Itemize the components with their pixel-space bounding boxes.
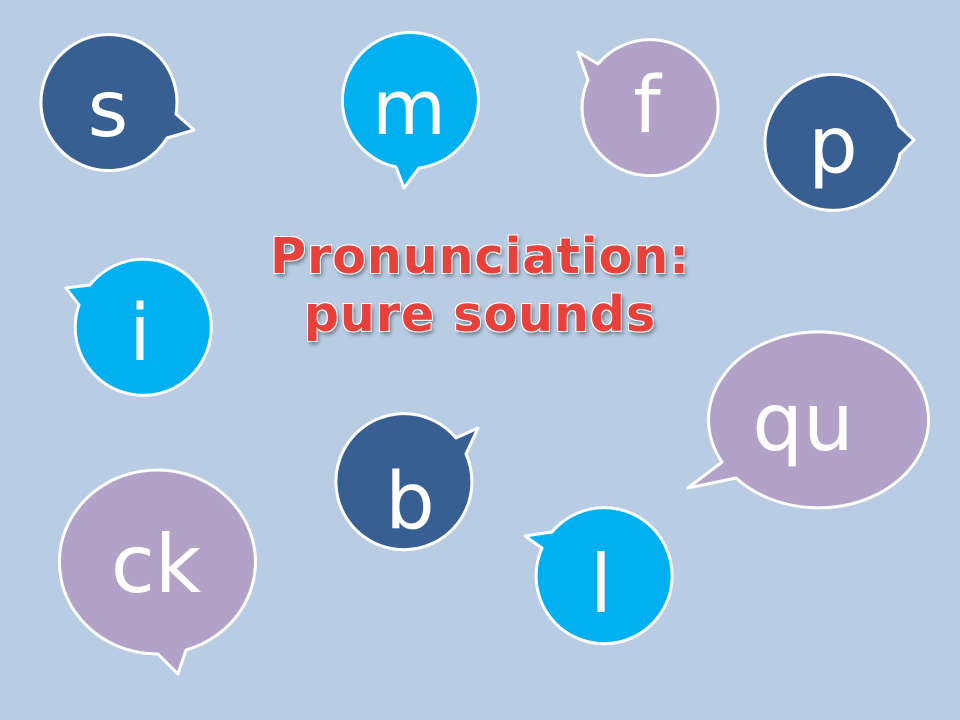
speech-bubble-l-label: l <box>590 538 612 631</box>
speech-bubble-b: b <box>334 412 480 552</box>
slide-title-line-2: pure sounds <box>303 286 657 343</box>
speech-bubble-qu: qu <box>686 330 931 510</box>
speech-bubble-f-label: f <box>633 61 662 151</box>
speech-bubble-f: f <box>576 38 720 178</box>
speech-bubble-l: l <box>523 506 674 646</box>
speech-bubble-p: p <box>763 72 916 212</box>
speech-bubble-ck-label: ck <box>111 518 202 611</box>
speech-bubble-m-label: m <box>372 63 446 152</box>
speech-bubble-ck: ck <box>57 468 257 676</box>
speech-bubble-m: m <box>340 31 480 190</box>
speech-bubble-b-label: b <box>385 457 435 547</box>
slide: s m f p i qu b ck l Pronunciation: pure … <box>0 0 960 720</box>
speech-bubble-p-label: p <box>808 101 858 191</box>
speech-bubble-i-label: i <box>129 289 151 379</box>
speech-bubble-qu-label: qu <box>752 376 853 469</box>
speech-bubbles: s m f p i qu b ck l <box>39 31 931 676</box>
speech-bubble-s-label: s <box>88 65 129 155</box>
speech-bubble-s: s <box>39 33 196 173</box>
slide-title: Pronunciation: pure sounds <box>200 228 760 344</box>
slide-title-line-1: Pronunciation: <box>270 228 690 285</box>
speech-bubble-i: i <box>64 257 213 397</box>
